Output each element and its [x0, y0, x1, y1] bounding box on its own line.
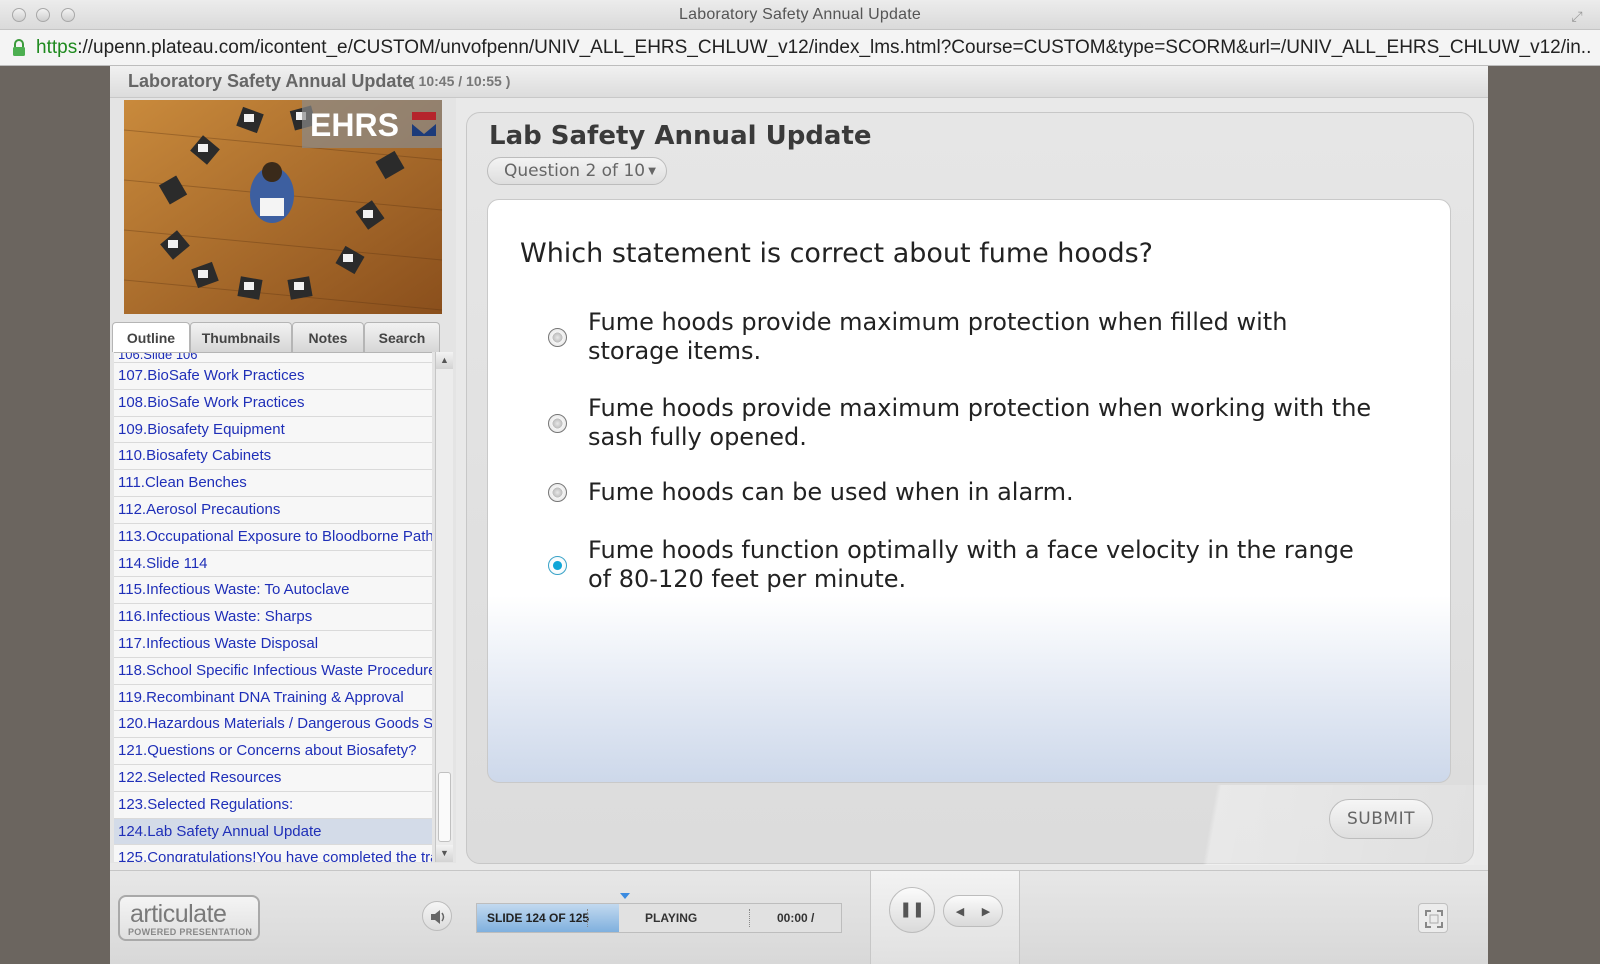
sidebar-tabs: Outline Thumbnails Notes Search	[112, 322, 454, 352]
articulate-player: Laboratory Safety Annual Update ( 10:45 …	[110, 66, 1488, 964]
outline-item[interactable]: 117.Infectious Waste Disposal	[114, 631, 432, 658]
outline-item[interactable]: 107.BioSafe Work Practices	[114, 363, 432, 390]
chevron-down-icon: ▼	[648, 166, 656, 177]
outline-item[interactable]: 106.Slide 106	[114, 353, 432, 363]
playback-controls: ❚❚ ◀ ▶	[870, 871, 1020, 964]
outline-item[interactable]: 115.Infectious Waste: To Autoclave	[114, 577, 432, 605]
slide-title: Lab Safety Annual Update	[489, 121, 872, 151]
meeting-photo-graphic: EHRS	[124, 100, 442, 314]
radio-button[interactable]	[548, 328, 567, 347]
player-control-bar: articulate POWERED PRESENTATION SLIDE 12…	[110, 870, 1488, 964]
radio-button[interactable]	[548, 483, 567, 502]
playback-time: 00:00 /	[777, 911, 815, 925]
url-scheme: https	[36, 37, 78, 58]
outline-item[interactable]: 121.Questions or Concerns about Biosafet…	[114, 738, 432, 765]
outline-item[interactable]: 112.Aerosol Precautions	[114, 497, 432, 524]
answer-choice-label: Fume hoods provide maximum protection wh…	[588, 308, 1288, 365]
logo-word: articulate	[130, 900, 227, 928]
outline-item[interactable]: 125.Congratulations!You have completed t…	[114, 845, 432, 862]
outline-item[interactable]: 119.Recombinant DNA Training & Approval	[114, 685, 432, 712]
divider	[587, 909, 588, 927]
seekbar[interactable]: SLIDE 124 OF 125 PLAYING 00:00 /	[468, 883, 846, 953]
scroll-up-arrow-icon[interactable]: ▲	[436, 352, 453, 369]
outline-item[interactable]: 114.Slide 114	[114, 551, 432, 578]
fullscreen-button[interactable]	[1418, 903, 1448, 933]
question-text: Which statement is correct about fume ho…	[520, 238, 1153, 269]
lock-icon	[13, 39, 25, 56]
scroll-down-arrow-icon[interactable]: ▼	[436, 845, 453, 862]
url-path: ://upenn.plateau.com/icontent_e/CUSTOM/u…	[77, 37, 1591, 58]
course-time: ( 10:45 / 10:55 )	[410, 73, 511, 89]
url-text[interactable]: https://upenn.plateau.com/icontent_e/CUS…	[36, 37, 1591, 59]
playhead-marker-icon[interactable]	[620, 893, 630, 899]
tab-notes[interactable]: Notes	[292, 322, 364, 352]
address-bar[interactable]: https://upenn.plateau.com/icontent_e/CUS…	[0, 30, 1600, 66]
next-slide-icon[interactable]: ▶	[976, 902, 996, 922]
course-thumbnail-image: EHRS	[124, 100, 442, 314]
speaker-icon	[431, 910, 445, 924]
answer-choice-label: Fume hoods provide maximum protection wh…	[588, 394, 1372, 451]
question-card: Which statement is correct about fume ho…	[487, 199, 1451, 783]
outline-item[interactable]: 120.Hazardous Materials / Dangerous Good…	[114, 711, 432, 739]
outline-item[interactable]: 108.BioSafe Work Practices	[114, 390, 432, 417]
course-title: Laboratory Safety Annual Update	[128, 71, 413, 91]
sidebar: EHRS Outline Thumbnails Notes Search 106…	[110, 98, 456, 863]
window-title: Laboratory Safety Annual Update	[679, 6, 921, 23]
outline-item[interactable]: 116.Infectious Waste: Sharps	[114, 604, 432, 631]
answer-choice-label: Fume hoods can be used when in alarm.	[588, 478, 1074, 506]
outline-item[interactable]: 122.Selected Resources	[114, 765, 432, 792]
outline-item[interactable]: 109.Biosafety Equipment	[114, 417, 432, 444]
question-selector[interactable]: Question 2 of 10 ▼	[487, 157, 667, 185]
pause-button[interactable]: ❚❚	[889, 887, 935, 933]
outline-item[interactable]: 111.Clean Benches	[114, 470, 432, 497]
window-titlebar: Laboratory Safety Annual Update ⤢	[0, 0, 1600, 30]
submit-button[interactable]: SUBMIT	[1329, 799, 1433, 839]
previous-slide-icon[interactable]: ◀	[950, 902, 970, 922]
answer-choice-label: Fume hoods function optimally with a fac…	[588, 536, 1354, 593]
radio-button[interactable]	[548, 556, 567, 575]
articulate-logo: articulate POWERED PRESENTATION	[118, 895, 260, 941]
volume-button[interactable]	[422, 901, 452, 931]
outline-item[interactable]: 124.Lab Safety Annual Update	[114, 818, 432, 846]
fullscreen-icon	[1425, 910, 1443, 928]
radio-button[interactable]	[548, 414, 567, 433]
question-selector-label: Question 2 of 10	[504, 161, 646, 181]
tab-thumbnails[interactable]: Thumbnails	[190, 322, 292, 352]
outline-list: 106.Slide 106 107.BioSafe Work Practices…	[114, 352, 432, 862]
outline-scrollbar[interactable]: ▲ ▼	[435, 352, 453, 862]
playback-status: PLAYING	[645, 911, 698, 925]
tab-outline[interactable]: Outline	[112, 322, 190, 352]
slide-counter: SLIDE 124 OF 125	[487, 911, 590, 925]
slide-panel: Lab Safety Annual Update Question 2 of 1…	[466, 112, 1487, 865]
outline-item[interactable]: 118.School Specific Infectious Waste Pro…	[114, 658, 432, 685]
progress-track[interactable]: SLIDE 124 OF 125 PLAYING 00:00 /	[476, 903, 842, 933]
logo-subtitle: POWERED PRESENTATION	[128, 927, 253, 937]
divider	[749, 909, 750, 927]
expand-icon[interactable]: ⤢	[1568, 7, 1586, 25]
tab-search[interactable]: Search	[364, 322, 440, 352]
outline-item[interactable]: 113.Occupational Exposure to Bloodborne …	[114, 524, 432, 551]
player-header: Laboratory Safety Annual Update ( 10:45 …	[110, 66, 1488, 98]
scroll-thumb[interactable]	[438, 772, 451, 842]
outline-item[interactable]: 110.Biosafety Cabinets	[114, 443, 432, 471]
slide-nav: ◀ ▶	[943, 895, 1003, 927]
ehrs-logo-text: EHRS	[310, 107, 399, 143]
outline-item[interactable]: 123.Selected Regulations:	[114, 792, 432, 819]
